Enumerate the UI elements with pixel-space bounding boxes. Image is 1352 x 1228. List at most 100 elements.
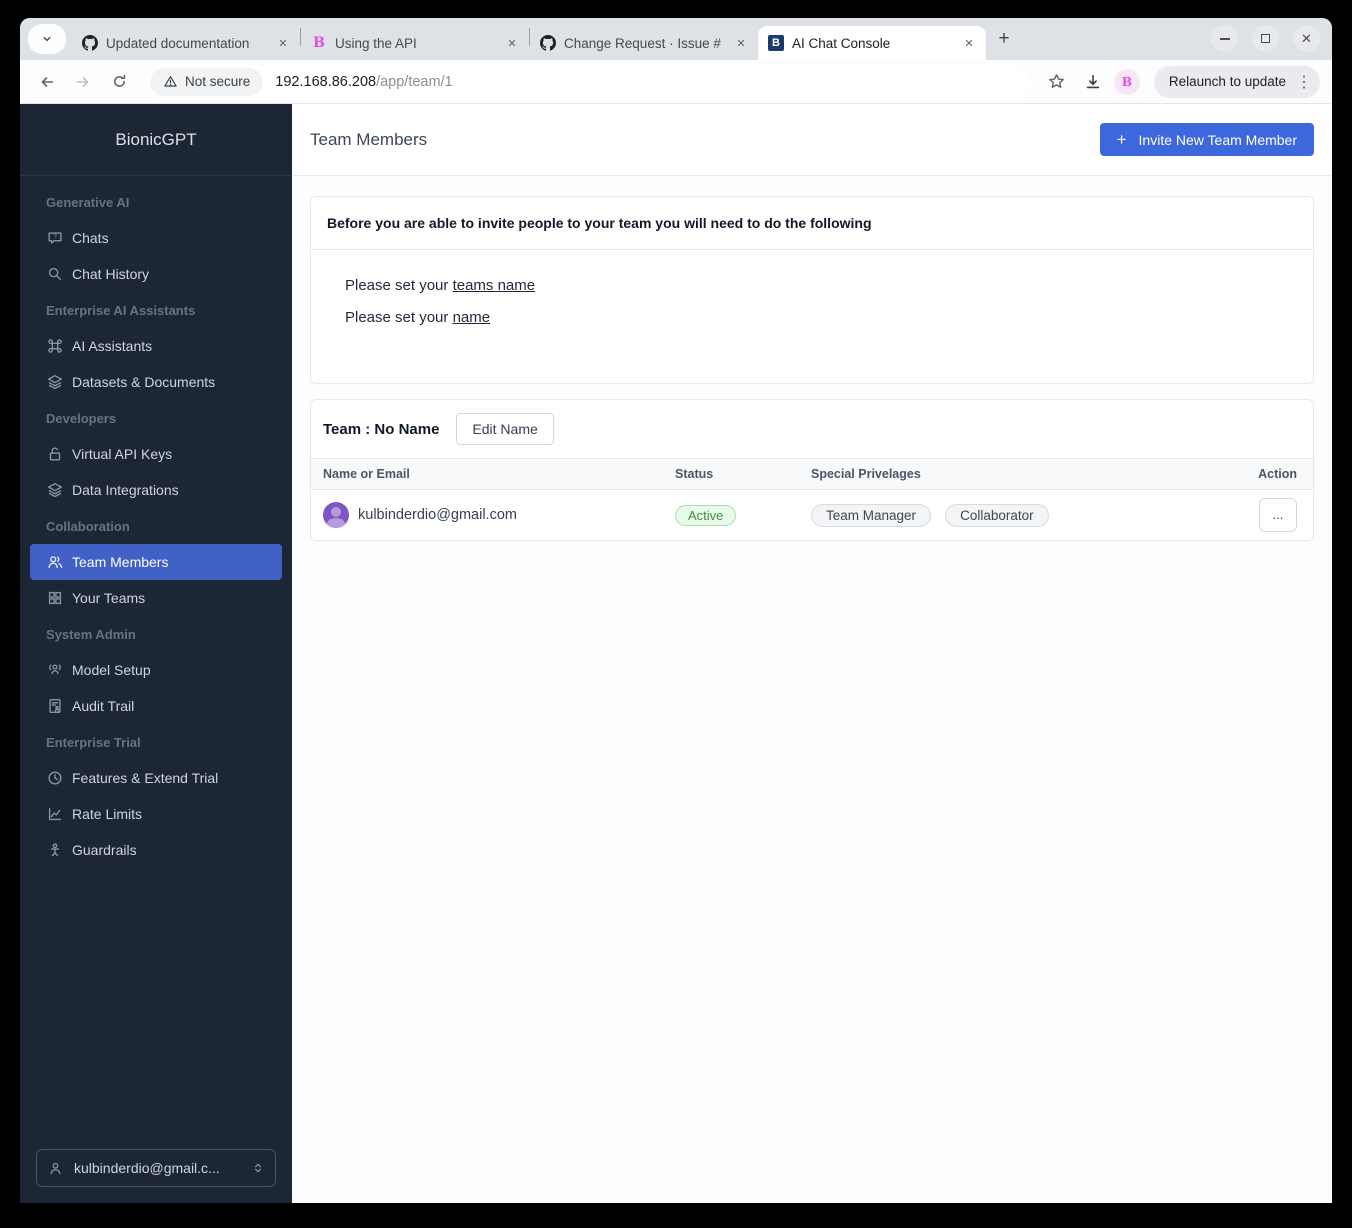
sidebar-item-your-teams[interactable]: Your Teams bbox=[30, 580, 282, 616]
notice-line: Please set your teams name bbox=[345, 277, 1297, 294]
section-label-developers: Developers bbox=[46, 410, 117, 426]
page-title: Team Members bbox=[310, 129, 428, 149]
sidebar-item-label: Datasets & Documents bbox=[72, 374, 216, 390]
column-action: Action bbox=[1258, 467, 1297, 481]
chart-icon bbox=[46, 805, 64, 823]
window-controls: ✕ bbox=[1211, 25, 1320, 52]
user-settings-icon bbox=[46, 661, 64, 679]
layers-icon bbox=[46, 481, 64, 499]
tab-strip: Updated documentation ✕ B Using the API … bbox=[20, 18, 1332, 60]
close-icon[interactable]: ✕ bbox=[274, 34, 292, 52]
bookmark-button[interactable] bbox=[1042, 67, 1072, 97]
sidebar-item-label: Your Teams bbox=[72, 590, 146, 606]
tab-title: Change Request · Issue # bbox=[564, 35, 721, 51]
sidebar-item-model-setup[interactable]: Model Setup bbox=[30, 652, 282, 688]
downloads-button[interactable] bbox=[1078, 67, 1108, 97]
team-name-label: Team : No Name bbox=[323, 420, 440, 438]
chevron-updown-icon bbox=[251, 1161, 265, 1175]
reload-button[interactable] bbox=[104, 67, 134, 97]
forward-icon bbox=[76, 76, 89, 87]
sidebar-item-audit-trail[interactable]: Audit Trail bbox=[30, 688, 282, 724]
sidebar-item-label: Virtual API Keys bbox=[72, 446, 173, 462]
tab-title: Using the API bbox=[335, 35, 417, 51]
tab-title: Updated documentation bbox=[106, 35, 250, 51]
sidebar-item-label: Rate Limits bbox=[72, 806, 143, 822]
tab-search-button[interactable] bbox=[28, 24, 66, 54]
user-icon bbox=[47, 1160, 64, 1177]
row-actions-button[interactable]: ... bbox=[1259, 498, 1297, 532]
sidebar-item-label: AI Assistants bbox=[72, 338, 153, 354]
address-bar[interactable]: Not secure 192.168.86.208/app/team/1 bbox=[146, 64, 1030, 99]
forward-button[interactable] bbox=[68, 67, 98, 97]
minimize-button[interactable] bbox=[1211, 25, 1238, 52]
svg-text:?: ? bbox=[53, 234, 57, 241]
section-label-generative-ai: Generative AI bbox=[46, 194, 130, 210]
column-special-privelages: Special Privelages bbox=[811, 467, 921, 481]
section-label-enterprise-ai-assistants: Enterprise AI Assistants bbox=[46, 302, 196, 318]
set-teams-name-link[interactable]: teams name bbox=[453, 277, 536, 294]
maximize-button[interactable] bbox=[1252, 25, 1279, 52]
team-members-card: Team : No Name Edit Name Name or Email S… bbox=[310, 399, 1314, 541]
bionicgpt-extension-icon[interactable]: B bbox=[1113, 68, 1140, 95]
avatar bbox=[323, 502, 349, 528]
sidebar-item-label: Team Members bbox=[72, 554, 169, 570]
sidebar-item-features-extend-trial[interactable]: Features & Extend Trial bbox=[30, 760, 282, 796]
notice-text: Please set your bbox=[345, 309, 453, 326]
sidebar-item-data-integrations[interactable]: Data Integrations bbox=[30, 472, 282, 508]
sidebar-item-label: Chat History bbox=[72, 266, 150, 282]
sidebar-item-rate-limits[interactable]: Rate Limits bbox=[30, 796, 282, 832]
sidebar-item-team-members[interactable]: Team Members bbox=[30, 544, 282, 580]
tab-updated-documentation[interactable]: Updated documentation ✕ bbox=[72, 26, 300, 60]
invite-new-team-member-button[interactable]: + Invite New Team Member bbox=[1099, 123, 1314, 156]
tab-change-request[interactable]: Change Request · Issue # ✕ bbox=[530, 26, 758, 60]
privilege-badge-collaborator: Collaborator bbox=[945, 503, 1049, 527]
guardrail-icon bbox=[46, 841, 64, 859]
url-host: 192.168.86.208 bbox=[275, 73, 377, 90]
command-icon bbox=[46, 337, 64, 355]
relaunch-to-update-button[interactable]: Relaunch to update ⋮ bbox=[1153, 65, 1320, 98]
url-text: 192.168.86.208/app/team/1 bbox=[275, 74, 452, 90]
sidebar-item-guardrails[interactable]: Guardrails bbox=[30, 832, 282, 868]
notice-header: Before you are able to invite people to … bbox=[311, 197, 1313, 250]
section-label-enterprise-trial: Enterprise Trial bbox=[46, 734, 141, 750]
sidebar-item-ai-assistants[interactable]: AI Assistants bbox=[30, 328, 282, 364]
layers-icon bbox=[46, 373, 64, 391]
security-chip[interactable]: Not secure bbox=[150, 67, 264, 96]
maximize-icon bbox=[1261, 34, 1270, 43]
user-account-select[interactable]: kulbinderdio@gmail.c... bbox=[36, 1149, 276, 1187]
sidebar-nav: Generative AI ? Chats Chat History Enter… bbox=[20, 176, 292, 1133]
close-window-button[interactable]: ✕ bbox=[1293, 25, 1320, 52]
grid-icon bbox=[46, 589, 64, 607]
tab-ai-chat-console[interactable]: B AI Chat Console ✕ bbox=[758, 26, 986, 60]
setup-notice-card: Before you are able to invite people to … bbox=[310, 196, 1314, 384]
search-icon bbox=[46, 265, 64, 283]
sidebar-item-label: Model Setup bbox=[72, 662, 151, 678]
sidebar-item-datasets-documents[interactable]: Datasets & Documents bbox=[30, 364, 282, 400]
close-icon[interactable]: ✕ bbox=[960, 34, 978, 52]
tab-title: AI Chat Console bbox=[792, 35, 891, 51]
users-icon bbox=[46, 553, 64, 571]
kebab-menu-icon[interactable]: ⋮ bbox=[1296, 72, 1312, 92]
tab-using-the-api[interactable]: B Using the API ✕ bbox=[301, 26, 529, 60]
sidebar-item-chat-history[interactable]: Chat History bbox=[30, 256, 282, 292]
back-button[interactable] bbox=[32, 67, 62, 97]
user-email: kulbinderdio@gmail.c... bbox=[74, 1160, 220, 1176]
browser-window: Updated documentation ✕ B Using the API … bbox=[20, 18, 1332, 1203]
set-name-link[interactable]: name bbox=[453, 309, 491, 326]
notice-line: Please set your name bbox=[345, 309, 1297, 326]
chevron-down-icon bbox=[40, 32, 54, 46]
app-logo: BionicGPT bbox=[20, 104, 292, 176]
github-icon bbox=[82, 35, 98, 51]
bionicgpt-favicon-icon: B bbox=[313, 35, 325, 51]
edit-name-button[interactable]: Edit Name bbox=[456, 413, 554, 445]
warning-icon bbox=[164, 76, 177, 87]
download-icon bbox=[1086, 74, 1100, 88]
close-icon[interactable]: ✕ bbox=[503, 34, 521, 52]
star-icon bbox=[1049, 74, 1065, 88]
sidebar-item-virtual-api-keys[interactable]: Virtual API Keys bbox=[30, 436, 282, 472]
lock-open-icon bbox=[46, 445, 64, 463]
new-tab-button[interactable]: + bbox=[990, 25, 1018, 53]
close-icon[interactable]: ✕ bbox=[732, 34, 750, 52]
sidebar-item-label: Audit Trail bbox=[72, 698, 135, 714]
sidebar-item-chats[interactable]: ? Chats bbox=[30, 220, 282, 256]
